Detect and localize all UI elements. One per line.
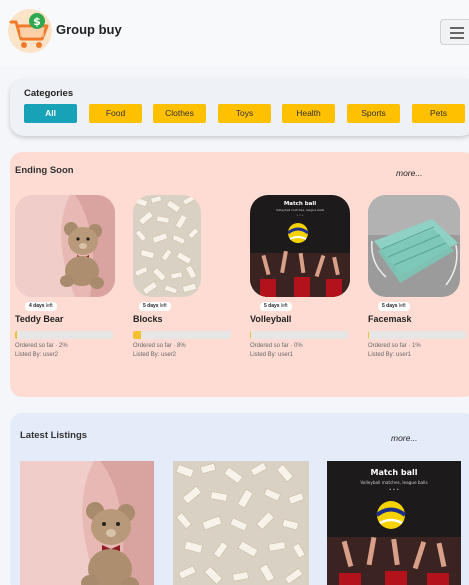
facemask-photo[interactable] [368, 195, 460, 297]
latest-listing-blocks-photo[interactable] [173, 461, 309, 585]
ending-soon-section: Ending Soon more... 4 days left Teddy Be… [10, 152, 469, 397]
listed-by-text: Listed By: user2 [15, 352, 59, 358]
listed-by-text: Listed By: user2 [133, 352, 177, 358]
product-card-facemask[interactable]: 5 days left Facemask Ordered so far · 1%… [368, 195, 469, 365]
latest-listing-volleyball-poster[interactable]: Match ball Volleyball matches, league ba… [327, 461, 461, 585]
svg-text:• • •: • • • [296, 213, 303, 217]
ordered-so-far-text: Ordered so far · 0% [250, 343, 303, 349]
product-card-volleyball[interactable]: Match ball Volleyball matches, league ba… [250, 195, 360, 365]
days-left-badge: 4 days left [25, 302, 57, 311]
order-progress-bar [15, 331, 113, 339]
order-progress-bar [250, 331, 348, 339]
category-chip-all[interactable]: All [24, 104, 77, 123]
svg-text:$: $ [33, 15, 41, 28]
category-chip-pets[interactable]: Pets [412, 104, 465, 123]
categories-panel: Categories All Food Clothes Toys Health … [10, 79, 469, 136]
hamburger-menu-icon [450, 27, 464, 29]
ending-soon-more-link[interactable]: more... [396, 168, 422, 178]
svg-text:Match ball: Match ball [284, 201, 316, 207]
category-chip-health[interactable]: Health [282, 104, 335, 123]
order-progress-bar [133, 331, 231, 339]
ordered-so-far-text: Ordered so far · 8% [133, 343, 186, 349]
product-name: Volleyball [250, 314, 292, 324]
product-name: Facemask [368, 314, 412, 324]
volleyball-match-poster[interactable]: Match ball Volleyball matches, league ba… [250, 195, 350, 297]
category-chip-toys[interactable]: Toys [218, 104, 271, 123]
ordered-so-far-text: Ordered so far · 2% [15, 343, 68, 349]
ordered-so-far-text: Ordered so far · 1% [368, 343, 421, 349]
days-left-badge: 5 days left [378, 302, 410, 311]
ending-soon-title: Ending Soon [15, 165, 74, 176]
category-chip-clothes[interactable]: Clothes [153, 104, 206, 123]
white-blocks-photo[interactable] [133, 195, 201, 297]
product-card-teddy-bear[interactable]: 4 days left Teddy Bear Ordered so far · … [15, 195, 125, 365]
listed-by-text: Listed By: user1 [250, 352, 294, 358]
category-chip-food[interactable]: Food [89, 104, 142, 123]
svg-text:• • •: • • • [389, 487, 399, 492]
hamburger-menu-button[interactable] [440, 19, 469, 45]
teddy-bear-photo[interactable] [15, 195, 115, 297]
listed-by-text: Listed By: user1 [368, 352, 412, 358]
product-name: Blocks [133, 314, 163, 324]
days-left-badge: 5 days left [139, 302, 171, 311]
days-left-badge: 5 days left [260, 302, 292, 311]
categories-title: Categories [24, 88, 74, 99]
latest-listings-more-link[interactable]: more... [391, 433, 417, 443]
shopping-cart-dollar-icon[interactable]: $ [6, 8, 56, 54]
svg-text:Match ball: Match ball [370, 468, 417, 477]
category-chip-sports[interactable]: Sports [347, 104, 400, 123]
svg-text:Volleyball matches, league bal: Volleyball matches, league balls [276, 208, 325, 212]
svg-text:Volleyball matches, league bal: Volleyball matches, league balls [360, 480, 427, 485]
product-card-blocks[interactable]: 5 days left Blocks Ordered so far · 8% L… [133, 195, 243, 365]
product-name: Teddy Bear [15, 314, 64, 324]
app-header: $ Group buy [0, 0, 469, 66]
app-title: Group buy [56, 22, 122, 37]
latest-listings-title: Latest Listings [20, 430, 88, 441]
latest-listing-teddy-bear-photo[interactable] [20, 461, 154, 585]
order-progress-bar [368, 331, 466, 339]
